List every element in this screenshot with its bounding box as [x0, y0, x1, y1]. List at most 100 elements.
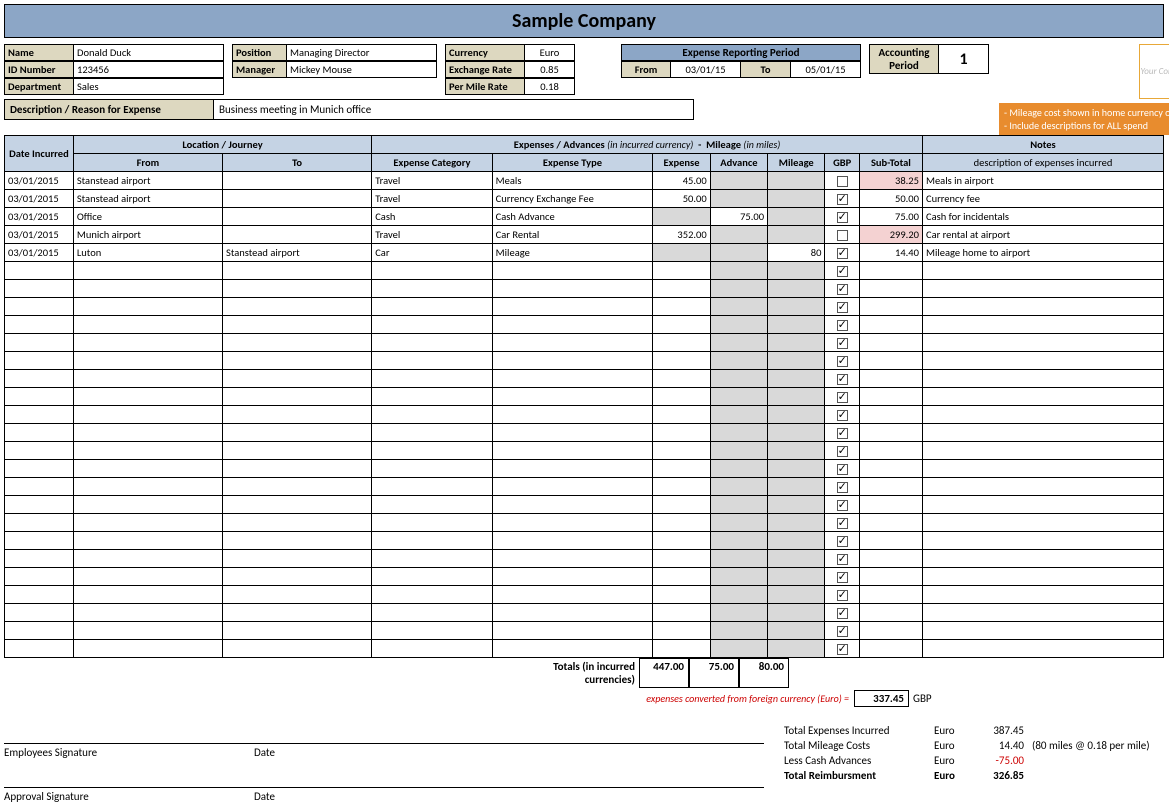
cell-gbp[interactable]	[825, 586, 859, 604]
cell-subtotal[interactable]	[859, 640, 922, 658]
cell-subtotal[interactable]	[859, 478, 922, 496]
checkbox-gbp[interactable]	[837, 626, 848, 637]
cell-date[interactable]	[5, 406, 74, 424]
cell-advance[interactable]	[710, 604, 767, 622]
cell-notes[interactable]	[922, 586, 1163, 604]
cell-from[interactable]	[73, 298, 222, 316]
cell-type[interactable]: Mileage	[492, 244, 653, 262]
cell-notes[interactable]	[922, 352, 1163, 370]
cell-to[interactable]	[223, 262, 372, 280]
cell-gbp[interactable]	[825, 442, 859, 460]
cell-from[interactable]	[73, 514, 222, 532]
cell-notes[interactable]	[922, 640, 1163, 658]
cell-expense[interactable]: 50.00	[653, 190, 710, 208]
cell-cat[interactable]: Travel	[372, 190, 492, 208]
cell-advance[interactable]	[710, 172, 767, 190]
cell-date[interactable]: 03/01/2015	[5, 208, 74, 226]
cell-from[interactable]: Stanstead airport	[73, 172, 222, 190]
cell-type[interactable]	[492, 370, 653, 388]
cell-from[interactable]: Luton	[73, 244, 222, 262]
cell-cat[interactable]	[372, 406, 492, 424]
checkbox-gbp[interactable]	[837, 482, 848, 493]
cell-cat[interactable]	[372, 550, 492, 568]
cell-expense[interactable]	[653, 352, 710, 370]
cell-subtotal[interactable]: 299.20	[859, 226, 922, 244]
cell-advance[interactable]: 75.00	[710, 208, 767, 226]
checkbox-gbp[interactable]	[837, 608, 848, 619]
value-to[interactable]: 05/01/15	[791, 61, 861, 78]
cell-advance[interactable]	[710, 496, 767, 514]
cell-notes[interactable]	[922, 478, 1163, 496]
cell-cat[interactable]	[372, 424, 492, 442]
cell-advance[interactable]	[710, 442, 767, 460]
cell-gbp[interactable]	[825, 622, 859, 640]
cell-type[interactable]	[492, 262, 653, 280]
cell-expense[interactable]	[653, 244, 710, 262]
cell-expense[interactable]: 352.00	[653, 226, 710, 244]
cell-from[interactable]	[73, 586, 222, 604]
cell-type[interactable]	[492, 514, 653, 532]
cell-from[interactable]	[73, 568, 222, 586]
cell-gbp[interactable]	[825, 262, 859, 280]
cell-date[interactable]	[5, 442, 74, 460]
cell-advance[interactable]	[710, 424, 767, 442]
cell-type[interactable]	[492, 388, 653, 406]
cell-mileage[interactable]	[768, 478, 825, 496]
cell-expense[interactable]	[653, 514, 710, 532]
cell-advance[interactable]	[710, 298, 767, 316]
cell-subtotal[interactable]	[859, 406, 922, 424]
cell-notes[interactable]	[922, 622, 1163, 640]
cell-cat[interactable]	[372, 496, 492, 514]
cell-advance[interactable]	[710, 586, 767, 604]
cell-subtotal[interactable]	[859, 352, 922, 370]
cell-date[interactable]: 03/01/2015	[5, 244, 74, 262]
cell-from[interactable]	[73, 388, 222, 406]
cell-to[interactable]	[223, 550, 372, 568]
value-currency[interactable]: Euro	[525, 44, 575, 61]
value-manager[interactable]: Mickey Mouse	[287, 61, 437, 78]
cell-cat[interactable]	[372, 352, 492, 370]
cell-type[interactable]	[492, 280, 653, 298]
cell-cat[interactable]	[372, 316, 492, 334]
checkbox-gbp[interactable]	[837, 464, 848, 475]
cell-advance[interactable]	[710, 280, 767, 298]
cell-type[interactable]	[492, 622, 653, 640]
cell-from[interactable]	[73, 334, 222, 352]
cell-type[interactable]	[492, 568, 653, 586]
cell-expense[interactable]	[653, 208, 710, 226]
cell-notes[interactable]	[922, 262, 1163, 280]
cell-type[interactable]: Currency Exchange Fee	[492, 190, 653, 208]
cell-type[interactable]	[492, 460, 653, 478]
cell-type[interactable]	[492, 532, 653, 550]
cell-to[interactable]: Stanstead airport	[223, 244, 372, 262]
cell-notes[interactable]: Mileage home to airport	[922, 244, 1163, 262]
cell-date[interactable]	[5, 550, 74, 568]
cell-expense[interactable]	[653, 442, 710, 460]
cell-gbp[interactable]	[825, 208, 859, 226]
cell-expense[interactable]	[653, 532, 710, 550]
cell-from[interactable]	[73, 406, 222, 424]
cell-cat[interactable]	[372, 280, 492, 298]
cell-mileage[interactable]: 80	[768, 244, 825, 262]
checkbox-gbp[interactable]	[837, 356, 848, 367]
cell-advance[interactable]	[710, 568, 767, 586]
cell-expense[interactable]	[653, 586, 710, 604]
cell-from[interactable]	[73, 316, 222, 334]
cell-expense[interactable]	[653, 424, 710, 442]
cell-subtotal[interactable]	[859, 496, 922, 514]
cell-gbp[interactable]	[825, 172, 859, 190]
cell-mileage[interactable]	[768, 550, 825, 568]
cell-subtotal[interactable]	[859, 334, 922, 352]
value-from[interactable]: 03/01/15	[671, 61, 741, 78]
cell-mileage[interactable]	[768, 640, 825, 658]
cell-subtotal[interactable]	[859, 586, 922, 604]
cell-mileage[interactable]	[768, 514, 825, 532]
cell-type[interactable]	[492, 478, 653, 496]
cell-date[interactable]	[5, 280, 74, 298]
cell-date[interactable]	[5, 640, 74, 658]
checkbox-gbp[interactable]	[837, 284, 848, 295]
cell-mileage[interactable]	[768, 334, 825, 352]
cell-expense[interactable]	[653, 388, 710, 406]
cell-cat[interactable]	[372, 388, 492, 406]
checkbox-gbp[interactable]	[837, 194, 848, 205]
